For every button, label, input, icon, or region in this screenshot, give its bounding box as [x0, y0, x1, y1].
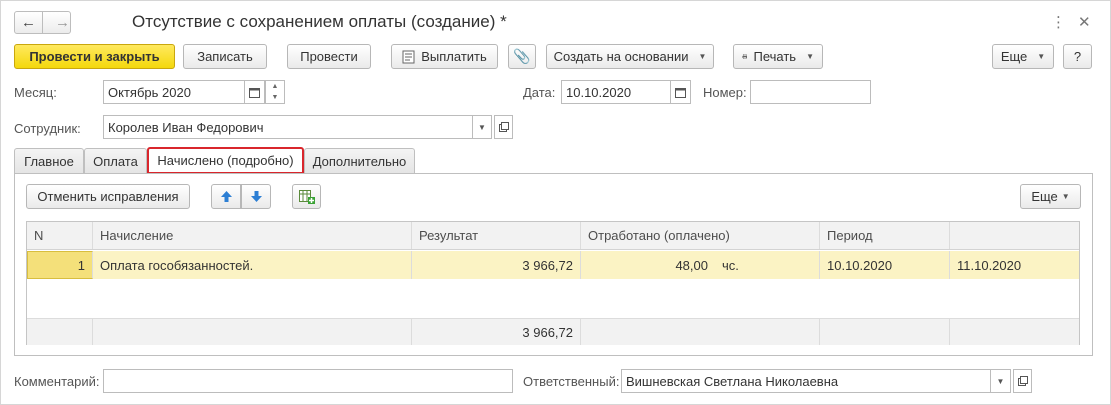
footer-worked: [581, 319, 820, 345]
month-stepper[interactable]: ▲ ▼: [265, 80, 285, 104]
accruals-table: N Начисление Результат Отработано (оплач…: [26, 221, 1080, 345]
cell-n[interactable]: 1: [27, 251, 93, 279]
header-period[interactable]: Период: [820, 222, 950, 249]
attach-button[interactable]: 📎: [508, 44, 536, 69]
post-and-close-button[interactable]: Провести и закрыть: [14, 44, 175, 69]
header-accrual[interactable]: Начисление: [93, 222, 412, 249]
open-form-icon: [1017, 376, 1028, 386]
print-label: Печать: [753, 49, 797, 64]
arrow-down-icon: [250, 191, 262, 202]
cell-unit[interactable]: чс.: [715, 251, 820, 279]
table-header: N Начисление Результат Отработано (оплач…: [27, 222, 1079, 250]
footer-accrual: [93, 319, 412, 345]
table-empty-area[interactable]: [27, 280, 1079, 318]
header-result[interactable]: Результат: [412, 222, 581, 249]
calendar-button[interactable]: [244, 80, 265, 104]
header-n[interactable]: N: [27, 222, 93, 249]
stepper-down-icon[interactable]: ▼: [272, 94, 279, 101]
more-menu-icon[interactable]: ⋮: [1051, 13, 1066, 31]
table-footer: 3 966,72: [27, 318, 1079, 345]
header-worked[interactable]: Отработано (оплачено): [581, 222, 820, 249]
cancel-corrections-button[interactable]: Отменить исправления: [26, 184, 190, 209]
date-input[interactable]: 10.10.2020: [561, 80, 671, 104]
pay-button[interactable]: Выплатить: [391, 44, 498, 69]
cell-accrual[interactable]: Оплата гособязанностей.: [93, 251, 412, 279]
dropdown-caret-icon: ▼: [806, 52, 814, 61]
panel-more-button[interactable]: Еще ▼: [1020, 184, 1081, 209]
printer-icon: [742, 54, 748, 59]
tab-additional[interactable]: Дополнительно: [304, 148, 415, 174]
date-label: Дата:: [523, 85, 556, 100]
close-icon[interactable]: ✕: [1078, 13, 1091, 31]
dropdown-caret-icon: ▼: [1037, 52, 1046, 61]
forward-button[interactable]: →: [42, 11, 71, 34]
more-actions-label: Еще: [1000, 49, 1028, 64]
create-based-on-button[interactable]: Создать на основании ▼: [546, 44, 714, 69]
dropdown-caret-icon: ▼: [478, 122, 486, 132]
dropdown-caret-icon: ▼: [698, 52, 707, 61]
move-down-button[interactable]: [241, 184, 271, 209]
calendar-icon: [249, 87, 260, 98]
window-title: Отсутствие с сохранением оплаты (создани…: [132, 12, 507, 31]
tab-main[interactable]: Главное: [14, 148, 84, 174]
save-button[interactable]: Записать: [183, 44, 267, 69]
responsible-label: Ответственный:: [523, 374, 620, 389]
employee-open-button[interactable]: [494, 115, 513, 139]
cell-period-from[interactable]: 10.10.2020: [820, 251, 950, 279]
dropdown-caret-icon: ▼: [1061, 192, 1070, 201]
stepper-up-icon[interactable]: ▲: [272, 83, 279, 90]
tab-accrued-detailed[interactable]: Начислено (подробно): [147, 147, 304, 174]
create-based-on-label: Создать на основании: [553, 49, 689, 64]
table-row[interactable]: 1 Оплата гособязанностей. 3 966,72 48,00…: [27, 251, 1079, 279]
tab-payment[interactable]: Оплата: [84, 148, 147, 174]
help-button[interactable]: ?: [1063, 44, 1092, 69]
add-column-button[interactable]: [292, 184, 321, 209]
employee-dropdown-button[interactable]: ▼: [472, 115, 492, 139]
paperclip-icon: 📎: [513, 48, 531, 64]
document-window: ← → Отсутствие с сохранением оплаты (соз…: [0, 0, 1111, 405]
table-add-icon: [298, 189, 315, 204]
arrow-right-icon: →: [55, 14, 70, 31]
panel-more-label: Еще: [1031, 189, 1058, 204]
pay-label: Выплатить: [421, 49, 487, 64]
arrow-up-icon: [220, 191, 232, 202]
month-label: Месяц:: [14, 85, 57, 100]
header-period-end[interactable]: [950, 222, 1079, 249]
employee-input[interactable]: Королев Иван Федорович: [103, 115, 473, 139]
footer-period-end: [950, 319, 1079, 345]
date-calendar-button[interactable]: [670, 80, 691, 104]
open-form-icon: [498, 122, 509, 132]
cell-period-to[interactable]: 11.10.2020: [950, 251, 1079, 279]
number-input[interactable]: [750, 80, 871, 104]
responsible-input[interactable]: Вишневская Светлана Николаевна: [621, 369, 991, 393]
document-pay-icon: [402, 50, 415, 63]
calendar-icon: [675, 87, 686, 98]
dropdown-caret-icon: ▼: [996, 376, 1005, 386]
comment-label: Комментарий:: [14, 374, 100, 389]
footer-n: [27, 319, 93, 345]
responsible-open-button[interactable]: [1013, 369, 1032, 393]
employee-label: Сотрудник:: [14, 121, 81, 136]
footer-total-result: 3 966,72: [412, 319, 581, 345]
cell-result[interactable]: 3 966,72: [412, 251, 581, 279]
responsible-dropdown-button[interactable]: ▼: [990, 369, 1011, 393]
comment-input[interactable]: [103, 369, 513, 393]
post-button[interactable]: Провести: [287, 44, 371, 69]
cell-worked[interactable]: 48,00: [581, 251, 715, 279]
move-up-button[interactable]: [211, 184, 241, 209]
number-label: Номер:: [703, 85, 747, 100]
arrow-left-icon: ←: [21, 14, 36, 31]
month-input[interactable]: Октябрь 2020: [103, 80, 245, 104]
more-actions-button[interactable]: Еще ▼: [992, 44, 1054, 69]
back-button[interactable]: ←: [14, 11, 43, 34]
print-button[interactable]: Печать ▼: [733, 44, 823, 69]
footer-period: [820, 319, 950, 345]
